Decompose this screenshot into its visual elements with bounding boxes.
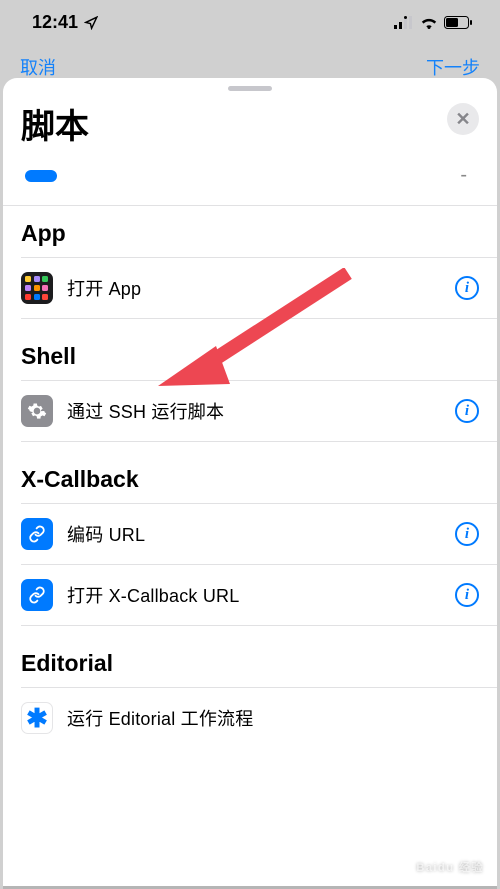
partial-row-top: - — [3, 158, 497, 205]
close-icon: ✕ — [455, 109, 470, 130]
wifi-icon — [420, 16, 438, 29]
location-icon — [84, 16, 98, 30]
signal-icon — [394, 16, 414, 29]
row-label: 编码 URL — [67, 521, 441, 547]
info-button[interactable]: i — [455, 522, 479, 546]
close-button[interactable]: ✕ — [447, 103, 479, 135]
apps-grid-icon — [21, 272, 53, 304]
status-bar: 12:41 — [0, 0, 500, 45]
gear-icon — [21, 395, 53, 427]
row-label: 通过 SSH 运行脚本 — [67, 398, 441, 424]
section-header-xcallback: X-Callback — [3, 442, 497, 503]
info-button[interactable]: i — [455, 583, 479, 607]
row-label: 打开 App — [67, 275, 441, 301]
section-header-editorial: Editorial — [3, 626, 497, 687]
asterisk-icon: ✱ — [21, 702, 53, 734]
status-time: 12:41 — [32, 12, 78, 33]
nav-next[interactable]: 下一步 — [426, 54, 480, 80]
info-button[interactable]: i — [455, 399, 479, 423]
row-label: 运行 Editorial 工作流程 — [67, 705, 479, 731]
row-editorial[interactable]: ✱ 运行 Editorial 工作流程 — [3, 688, 497, 748]
section-header-shell: Shell — [3, 319, 497, 380]
link-icon — [21, 579, 53, 611]
row-open-xcallback[interactable]: 打开 X-Callback URL i — [3, 565, 497, 625]
row-encode-url[interactable]: 编码 URL i — [3, 504, 497, 564]
action-sheet: 脚本 ✕ - App 打开 App i Shell 通 — [3, 78, 497, 889]
nav-cancel[interactable]: 取消 — [20, 54, 56, 80]
battery-icon — [444, 16, 472, 29]
section-header-app: App — [3, 206, 497, 257]
row-label: 打开 X-Callback URL — [67, 582, 441, 608]
row-ssh[interactable]: 通过 SSH 运行脚本 i — [3, 381, 497, 441]
watermark: Baidu 经验 — [416, 859, 484, 875]
sheet-title: 脚本 — [21, 99, 89, 148]
link-icon — [21, 518, 53, 550]
sheet-grabber[interactable] — [228, 86, 272, 91]
row-open-app[interactable]: 打开 App i — [3, 258, 497, 318]
partial-icon — [25, 170, 57, 182]
info-button[interactable]: i — [455, 276, 479, 300]
partial-dash: - — [460, 164, 467, 187]
